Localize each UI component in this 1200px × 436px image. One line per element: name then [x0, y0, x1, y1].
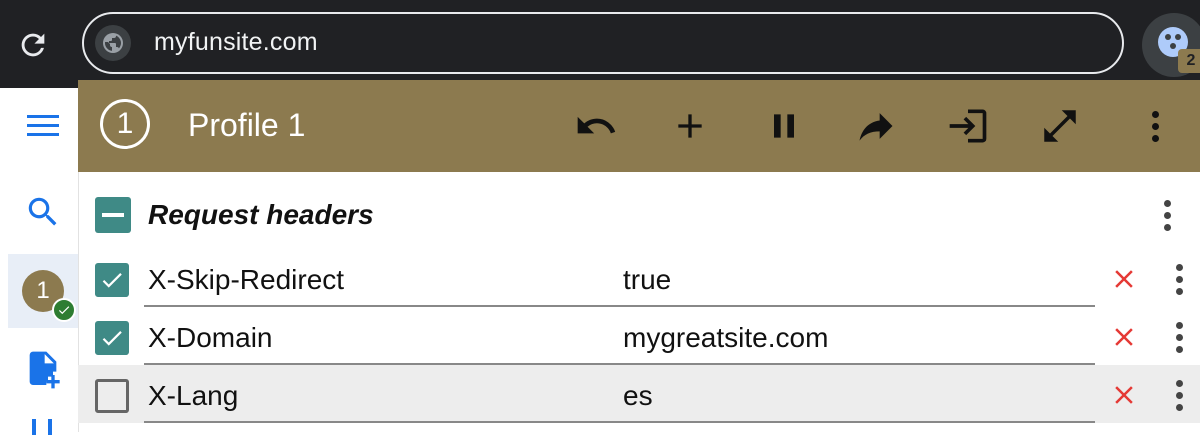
sidebar: 1: [8, 88, 79, 435]
section-title: Request headers: [148, 199, 374, 230]
menu-icon[interactable]: [8, 94, 78, 158]
more-vert-icon[interactable]: [1140, 106, 1170, 146]
globe-icon[interactable]: [95, 25, 131, 61]
section-header: Request headers: [78, 172, 1200, 252]
row-more-icon[interactable]: [1164, 317, 1194, 357]
header-value[interactable]: true: [623, 264, 671, 296]
login-icon[interactable]: [946, 104, 990, 148]
header-enable-checkbox[interactable]: [95, 263, 129, 297]
extension-badge: 2: [1178, 49, 1200, 73]
header-value[interactable]: es: [623, 380, 653, 412]
avatar: 1: [22, 270, 76, 322]
profile-header: 1 Profile 1: [78, 80, 1200, 172]
section-more-icon[interactable]: [1152, 195, 1182, 235]
sidebar-item-profile[interactable]: 1: [8, 254, 78, 328]
url-text[interactable]: myfunsite.com: [154, 28, 318, 57]
row-more-icon[interactable]: [1164, 375, 1194, 415]
header-name[interactable]: X-Lang: [148, 380, 238, 412]
address-bar[interactable]: myfunsite.com: [82, 12, 1124, 74]
header-enable-checkbox[interactable]: [95, 321, 129, 355]
browser-toolbar: myfunsite.com 2: [0, 0, 1200, 88]
row-more-icon[interactable]: [1164, 259, 1194, 299]
row-divider: [144, 421, 1095, 423]
profile-number[interactable]: 1: [100, 99, 150, 149]
table-row: X-Domain mygreatsite.com: [78, 307, 1200, 365]
reload-icon[interactable]: [16, 28, 50, 62]
delete-icon[interactable]: [1106, 319, 1142, 355]
expand-icon[interactable]: [1038, 104, 1082, 148]
table-row: X-Skip-Redirect true: [78, 249, 1200, 307]
search-icon[interactable]: [8, 180, 78, 244]
extension-button[interactable]: 2: [1142, 13, 1200, 77]
header-name[interactable]: X-Domain: [148, 322, 272, 354]
delete-icon[interactable]: [1106, 261, 1142, 297]
redo-icon[interactable]: [854, 104, 898, 148]
header-value[interactable]: mygreatsite.com: [623, 322, 828, 354]
pause-icon[interactable]: [762, 104, 806, 148]
table-row: X-Lang es: [78, 365, 1200, 423]
header-name[interactable]: X-Skip-Redirect: [148, 264, 344, 296]
avatar-label: 1: [36, 277, 50, 304]
headers-panel: Request headers X-Skip-Redirect true X-D…: [78, 172, 1200, 432]
add-file-icon[interactable]: [8, 338, 78, 402]
profile-title[interactable]: Profile 1: [188, 107, 305, 144]
add-icon[interactable]: [668, 104, 712, 148]
sidebar-extra-icon[interactable]: [8, 416, 78, 436]
undo-icon[interactable]: [574, 104, 618, 148]
collapse-checkbox[interactable]: [95, 197, 131, 233]
delete-icon[interactable]: [1106, 377, 1142, 413]
header-enable-checkbox[interactable]: [95, 379, 129, 413]
check-icon: [52, 298, 76, 322]
